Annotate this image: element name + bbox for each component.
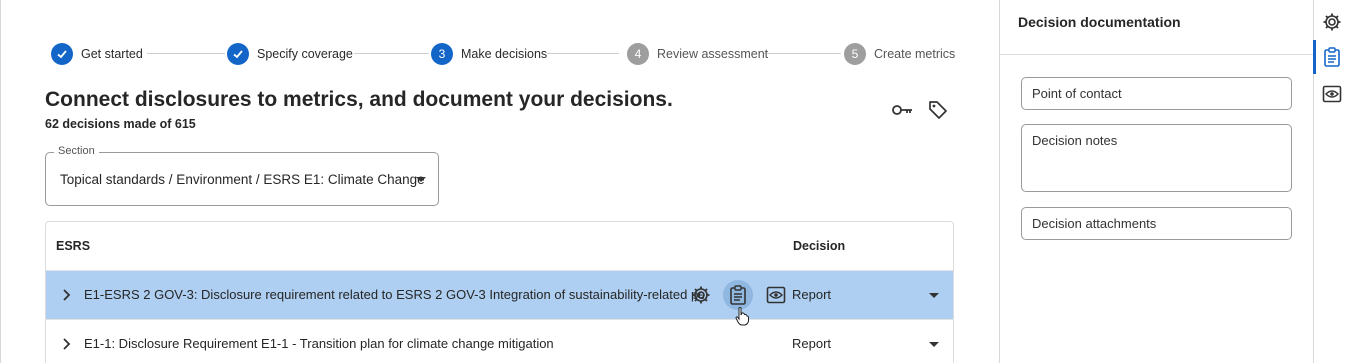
step-number: 5 [844, 43, 866, 65]
row-disclosure-text: E1-1: Disclosure Requirement E1-1 - Tran… [84, 336, 554, 351]
step-connector [147, 53, 225, 54]
step-create-metrics[interactable]: 5 Create metrics [844, 42, 955, 66]
step-connector [354, 53, 429, 54]
check-icon [51, 43, 73, 65]
tag-icon[interactable] [926, 98, 950, 122]
point-of-contact-field[interactable]: Point of contact [1021, 77, 1292, 110]
step-connector [547, 53, 619, 54]
decision-dropdown-caret-icon[interactable] [929, 293, 939, 298]
decision-attachments-field[interactable]: Decision attachments [1021, 207, 1292, 240]
table-row[interactable]: E1-ESRS 2 GOV-3: Disclosure requirement … [46, 271, 953, 319]
step-number: 4 [627, 43, 649, 65]
row-disclosure-text: E1-ESRS 2 GOV-3: Disclosure requirement … [84, 287, 704, 302]
section-legend: Section [54, 145, 99, 157]
decision-documentation-panel: Decision documentation Point of contact … [999, 0, 1314, 363]
table-header: ESRS Decision [46, 222, 953, 271]
column-header-decision[interactable]: Decision [793, 239, 845, 253]
step-label: Specify coverage [257, 47, 353, 61]
check-icon [227, 43, 249, 65]
table-row[interactable]: E1-1: Disclosure Requirement E1-1 - Tran… [46, 319, 953, 363]
disclosures-table: ESRS Decision E1-ESRS 2 GOV-3: Disclosur… [45, 221, 954, 363]
side-rail [1313, 0, 1350, 363]
divider [1000, 54, 1314, 55]
step-get-started[interactable]: Get started [51, 42, 143, 66]
step-specify-coverage[interactable]: Specify coverage [227, 42, 353, 66]
key-icon[interactable] [891, 98, 915, 122]
caret-down-icon [416, 177, 426, 182]
decision-notes-field[interactable]: Decision notes [1021, 124, 1292, 192]
decision-dropdown-caret-icon[interactable] [929, 342, 939, 347]
step-label: Make decisions [461, 47, 548, 61]
step-label: Get started [81, 47, 143, 61]
page-title: Connect disclosures to metrics, and docu… [45, 88, 673, 111]
step-label: Review assessment [657, 47, 769, 61]
step-review-assessment[interactable]: 4 Review assessment [627, 42, 768, 66]
hand-cursor-icon [735, 307, 749, 326]
step-label: Create metrics [874, 47, 956, 61]
step-number: 3 [431, 43, 453, 65]
step-connector [764, 53, 841, 54]
section-select[interactable]: Section Topical standards / Environment … [45, 145, 439, 206]
stepper: Get started Specify coverage 3 Make deci… [51, 42, 955, 66]
step-make-decisions[interactable]: 3 Make decisions [431, 42, 547, 66]
rail-active-indicator [1313, 40, 1316, 74]
gear-icon[interactable] [689, 283, 713, 307]
decision-value: Report [792, 336, 832, 351]
decision-count: 62 decisions made of 615 [45, 117, 196, 131]
main-content: Get started Specify coverage 3 Make deci… [0, 0, 999, 363]
clipboard-icon[interactable] [1320, 45, 1344, 69]
eye-icon[interactable] [1320, 82, 1344, 106]
eye-icon[interactable] [764, 283, 788, 307]
chevron-right-icon[interactable] [62, 337, 72, 351]
section-value: Topical standards / Environment / ESRS E… [60, 172, 425, 187]
chevron-right-icon[interactable] [62, 288, 72, 302]
settings-icon[interactable] [1320, 10, 1344, 34]
panel-title: Decision documentation [1018, 14, 1181, 30]
column-header-esrs[interactable]: ESRS [56, 239, 90, 253]
decision-value: Report [792, 287, 832, 302]
